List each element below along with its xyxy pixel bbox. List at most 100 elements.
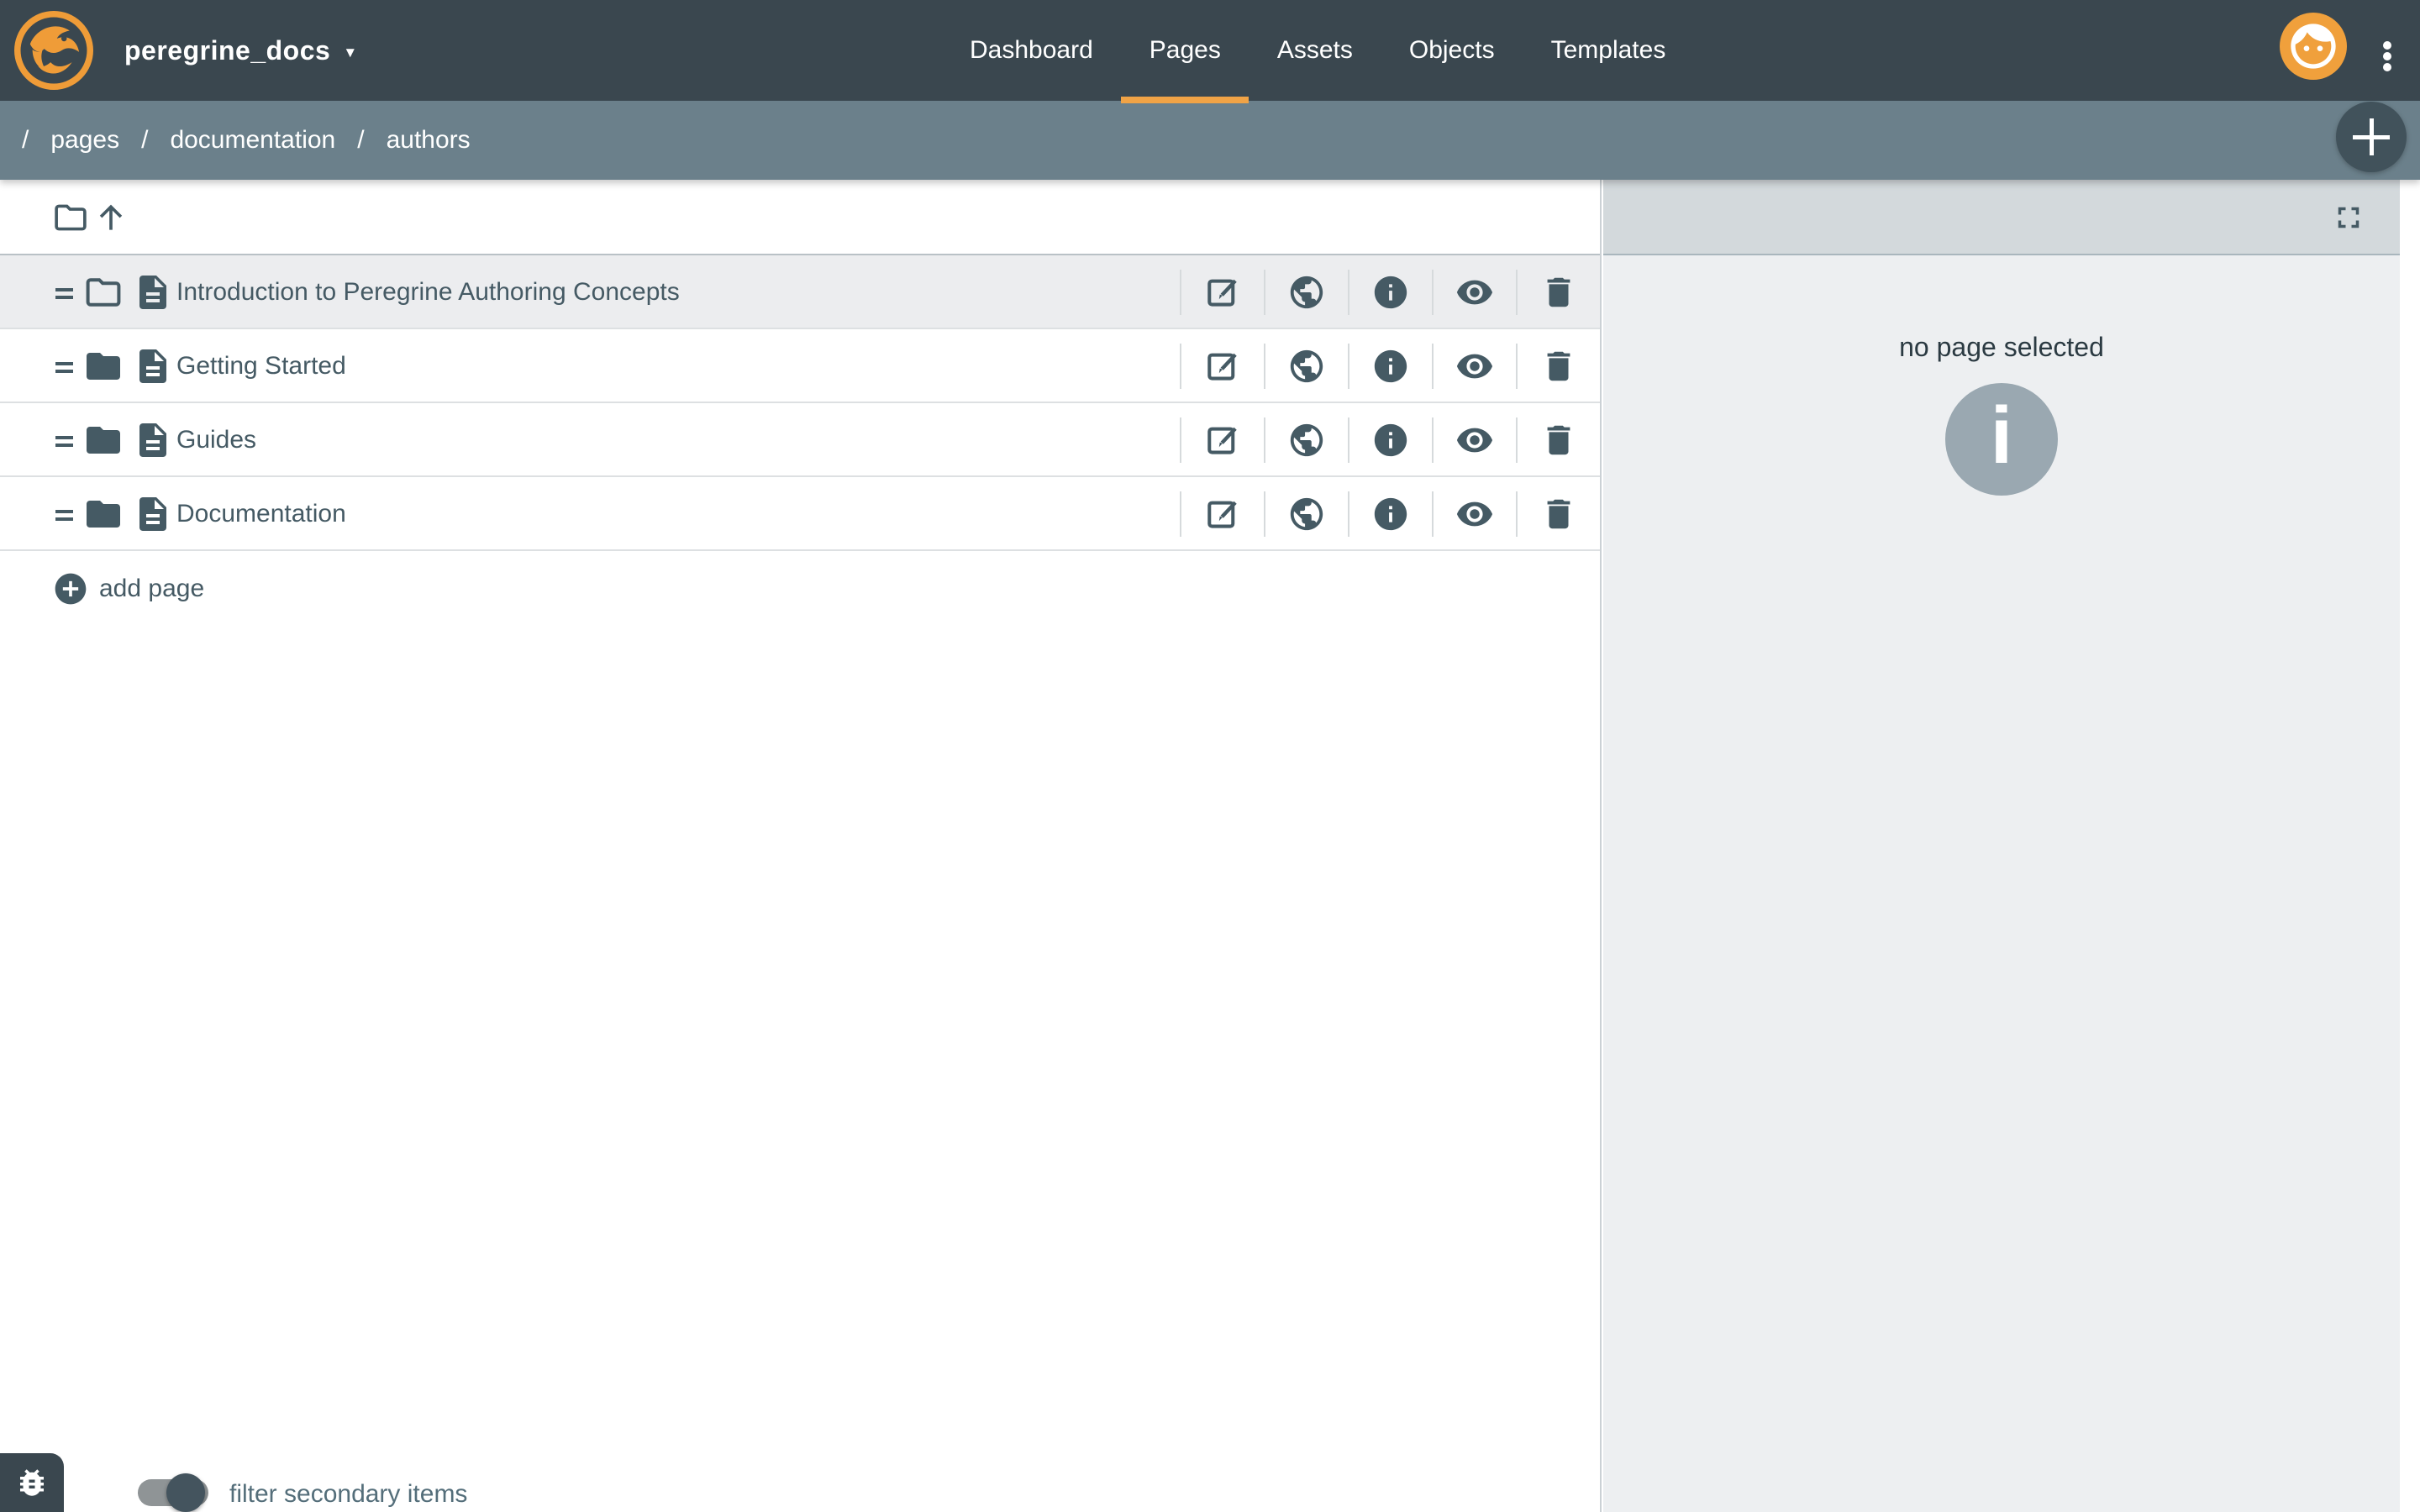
- breadcrumb-item[interactable]: pages: [50, 126, 119, 155]
- info-button[interactable]: [1348, 491, 1432, 537]
- edit-icon: [1203, 495, 1242, 533]
- breadcrumb-separator: /: [22, 126, 29, 155]
- breadcrumb-item[interactable]: documentation: [170, 126, 335, 155]
- detail-panel-header: [1603, 180, 2400, 255]
- tab-pages[interactable]: Pages: [1150, 0, 1221, 101]
- edit-icon: [1203, 421, 1242, 459]
- top-navbar: peregrine_docs ▼ Dashboard Pages Assets Obj…: [0, 0, 2420, 101]
- page-detail-panel: no page selected i: [1603, 180, 2400, 1512]
- breadcrumb-separator: /: [141, 126, 148, 155]
- edit-button[interactable]: [1180, 344, 1264, 389]
- filter-toggle[interactable]: [138, 1473, 208, 1512]
- tab-assets[interactable]: Assets: [1277, 0, 1353, 101]
- add-page-row: add page: [0, 551, 1600, 627]
- preview-button[interactable]: [1432, 344, 1516, 389]
- info-button[interactable]: [1348, 344, 1432, 389]
- preview-button[interactable]: [1432, 491, 1516, 537]
- delete-button[interactable]: [1516, 491, 1600, 537]
- nav-tabs: Dashboard Pages Assets Objects Templates: [970, 0, 1665, 101]
- trash-icon: [1539, 421, 1578, 459]
- debug-button[interactable]: [0, 1453, 64, 1512]
- drag-handle-icon[interactable]: [55, 510, 73, 525]
- page-title: Documentation: [176, 477, 346, 551]
- page-row[interactable]: Getting Started: [0, 329, 1600, 403]
- row-actions: [1180, 329, 1600, 403]
- info-icon: [1371, 495, 1410, 533]
- folder-icon: [83, 420, 124, 460]
- document-icon: [133, 494, 173, 534]
- page-list: Introduction to Peregrine Authoring Conc…: [0, 255, 1600, 551]
- globe-icon: [1287, 273, 1326, 312]
- trash-icon: [1539, 273, 1578, 312]
- delete-button[interactable]: [1516, 344, 1600, 389]
- trash-icon: [1539, 347, 1578, 386]
- parent-folder-icon[interactable]: [52, 199, 89, 236]
- add-page-button[interactable]: add page: [99, 551, 204, 627]
- more-options-menu[interactable]: [2381, 39, 2393, 73]
- no-page-selected-message: no page selected: [1603, 332, 2400, 363]
- delete-button[interactable]: [1516, 270, 1600, 315]
- page-list-panel: Introduction to Peregrine Authoring Conc…: [0, 180, 1602, 1512]
- site-switcher[interactable]: peregrine_docs ▼: [124, 0, 358, 101]
- edit-button[interactable]: [1180, 270, 1264, 315]
- info-button[interactable]: [1348, 417, 1432, 463]
- page-row[interactable]: Introduction to Peregrine Authoring Conc…: [0, 255, 1600, 329]
- breadcrumb-item[interactable]: authors: [387, 126, 471, 155]
- publish-button[interactable]: [1264, 417, 1348, 463]
- trash-icon: [1539, 495, 1578, 533]
- breadcrumb: / pages / documentation / authors: [0, 101, 2420, 180]
- breadcrumb-separator: /: [357, 126, 364, 155]
- page-title: Guides: [176, 403, 256, 477]
- user-avatar[interactable]: [2280, 13, 2347, 80]
- publish-button[interactable]: [1264, 491, 1348, 537]
- page-row[interactable]: Guides: [0, 403, 1600, 477]
- fullscreen-icon[interactable]: [2331, 200, 2366, 235]
- globe-icon: [1287, 347, 1326, 386]
- list-toolbar: [0, 180, 1600, 255]
- eye-icon: [1455, 421, 1494, 459]
- info-glyph: i: [1991, 390, 2013, 482]
- tab-objects[interactable]: Objects: [1409, 0, 1495, 101]
- eye-icon: [1455, 495, 1494, 533]
- globe-icon: [1287, 421, 1326, 459]
- add-button[interactable]: [2336, 102, 2407, 172]
- document-icon: [133, 420, 173, 460]
- page-title: Getting Started: [176, 329, 346, 403]
- up-arrow-icon[interactable]: [92, 199, 129, 236]
- row-actions: [1180, 255, 1600, 329]
- edit-button[interactable]: [1180, 417, 1264, 463]
- preview-button[interactable]: [1432, 270, 1516, 315]
- row-actions: [1180, 477, 1600, 551]
- info-button[interactable]: [1348, 270, 1432, 315]
- drag-handle-icon[interactable]: [55, 362, 73, 377]
- document-icon: [133, 346, 173, 386]
- publish-button[interactable]: [1264, 344, 1348, 389]
- page-title: Introduction to Peregrine Authoring Conc…: [176, 255, 680, 329]
- info-icon: [1371, 347, 1410, 386]
- edit-icon: [1203, 273, 1242, 312]
- peregrine-logo-icon[interactable]: [14, 11, 93, 90]
- drag-handle-icon[interactable]: [55, 436, 73, 451]
- site-name-label: peregrine_docs: [124, 35, 330, 66]
- face-icon: [2286, 19, 2340, 73]
- add-circle-icon[interactable]: [52, 570, 89, 607]
- delete-button[interactable]: [1516, 417, 1600, 463]
- edit-button[interactable]: [1180, 491, 1264, 537]
- folder-icon: [83, 494, 124, 534]
- drag-handle-icon[interactable]: [55, 288, 73, 303]
- globe-icon: [1287, 495, 1326, 533]
- filter-toggle-label: filter secondary items: [229, 1480, 467, 1509]
- publish-button[interactable]: [1264, 270, 1348, 315]
- page-row[interactable]: Documentation: [0, 477, 1600, 551]
- folder-outline-icon: [83, 272, 124, 312]
- edit-icon: [1203, 347, 1242, 386]
- preview-button[interactable]: [1432, 417, 1516, 463]
- info-placeholder-icon: i: [1945, 383, 2058, 496]
- tab-templates[interactable]: Templates: [1551, 0, 1666, 101]
- info-icon: [1371, 421, 1410, 459]
- folder-icon: [83, 346, 124, 386]
- document-icon: [133, 272, 173, 312]
- tab-dashboard[interactable]: Dashboard: [970, 0, 1093, 101]
- info-icon: [1371, 273, 1410, 312]
- eye-icon: [1455, 273, 1494, 312]
